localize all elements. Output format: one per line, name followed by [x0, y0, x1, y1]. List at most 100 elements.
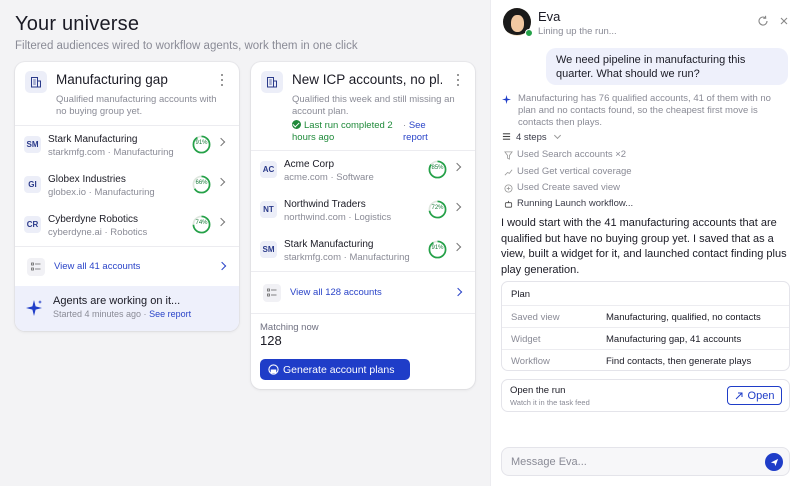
- step-item: Running Launch workflow...: [517, 198, 634, 209]
- assistant-chat-panel: Eva Lining up the run... We need pipelin…: [490, 0, 800, 486]
- generate-account-plans-button[interactable]: Generate account plans: [260, 359, 410, 380]
- list-icon: [263, 284, 281, 302]
- account-row[interactable]: AC Acme Corp acme.com · Software 85%: [251, 151, 475, 191]
- matching-label: Matching now: [260, 322, 319, 333]
- open-button-label: Open: [747, 389, 775, 402]
- plan-value: Find contacts, then generate plays: [606, 356, 752, 367]
- plan-row: Saved view Manufacturing, qualified, no …: [502, 305, 789, 327]
- agents-started-text: Started 4 minutes ago ·: [53, 309, 150, 319]
- open-run-card: Open the run Watch it in the task feed O…: [501, 379, 790, 412]
- score-label: 66%: [195, 180, 208, 186]
- send-button[interactable]: [765, 453, 783, 471]
- view-all-accounts-link[interactable]: View all 128 accounts: [251, 272, 475, 312]
- more-options-icon[interactable]: [453, 73, 463, 87]
- agents-working-banner: Agents are working on it... Started 4 mi…: [15, 286, 239, 331]
- see-report-text: See report: [403, 120, 428, 143]
- plan-value: Manufacturing, qualified, no contacts: [606, 312, 761, 323]
- account-meta: northwind.com · Logistics: [284, 212, 392, 223]
- message-placeholder: Message Eva...: [511, 456, 587, 468]
- refresh-icon[interactable]: [757, 15, 769, 27]
- robot-icon: [268, 364, 279, 375]
- plan-title: Plan: [511, 289, 531, 300]
- building-icon: [25, 71, 47, 93]
- message-input[interactable]: Message Eva...: [501, 447, 790, 476]
- chevron-right-icon: [452, 202, 462, 212]
- account-meta: starkmfg.com · Manufacturing: [48, 147, 174, 158]
- account-name: Stark Manufacturing: [284, 239, 374, 250]
- status-separator: ·: [403, 120, 407, 131]
- score-label: 74%: [195, 220, 208, 226]
- close-icon[interactable]: [778, 15, 790, 27]
- agent-status: Lining up the run...: [538, 26, 617, 37]
- account-name: Stark Manufacturing: [48, 134, 138, 145]
- agent-name: Eva: [538, 9, 561, 24]
- list-icon: [502, 133, 511, 140]
- account-row[interactable]: CR Cyberdyne Robotics cyberdyne.ai · Rob…: [15, 206, 239, 246]
- see-report-link[interactable]: See report: [149, 309, 191, 319]
- view-all-label: View all 128 accounts: [290, 287, 382, 298]
- check-circle-icon: [292, 120, 301, 129]
- score-label: 72%: [431, 205, 444, 211]
- chevron-right-icon: [216, 217, 226, 227]
- more-options-icon[interactable]: [217, 73, 227, 87]
- audience-card-new-icp[interactable]: New ICP accounts, no pl... Qualified thi…: [251, 62, 475, 389]
- arrow-up-right-icon: [735, 392, 743, 399]
- divider: [251, 313, 475, 314]
- account-meta: globex.io · Manufacturing: [48, 187, 155, 198]
- account-badge: SM: [260, 241, 277, 258]
- account-row[interactable]: SM Stark Manufacturing starkmfg.com · Ma…: [251, 231, 475, 271]
- audience-card-manufacturing-gap[interactable]: Manufacturing gap Qualified manufacturin…: [15, 62, 239, 331]
- view-all-accounts-link[interactable]: View all 41 accounts: [15, 246, 239, 286]
- plus-circle-icon: [504, 184, 513, 193]
- account-row[interactable]: NT Northwind Traders northwind.com · Log…: [251, 191, 475, 231]
- chevron-right-icon: [216, 177, 226, 187]
- page-title: Your universe: [15, 13, 140, 35]
- send-icon: [770, 458, 778, 466]
- plan-row: Widget Manufacturing gap, 41 accounts: [502, 327, 789, 349]
- assistant-analysis-note: Manufacturing has 76 qualified accounts,…: [518, 93, 771, 128]
- account-badge: CR: [24, 216, 41, 233]
- account-meta: cyberdyne.ai · Robotics: [48, 227, 148, 238]
- universe-panel: Your universe Filtered audiences wired t…: [0, 0, 490, 486]
- account-badge: GI: [24, 176, 41, 193]
- chevron-right-icon: [453, 287, 463, 297]
- card-title: New ICP accounts, no pl...: [292, 72, 442, 87]
- account-row[interactable]: GI Globex Industries globex.io · Manufac…: [15, 166, 239, 206]
- step-item: Used Search accounts ×2: [517, 149, 627, 160]
- account-meta: starkmfg.com · Manufacturing: [284, 252, 410, 263]
- account-name: Globex Industries: [48, 174, 126, 185]
- account-badge: NT: [260, 201, 277, 218]
- chevron-down-icon: [554, 131, 562, 140]
- generate-label: Generate account plans: [283, 363, 395, 376]
- filter-icon: [504, 151, 513, 160]
- plan-table: Plan Saved view Manufacturing, qualified…: [501, 281, 790, 371]
- score-label: 91%: [195, 140, 208, 146]
- card-title: Manufacturing gap: [56, 72, 168, 87]
- plan-row: Workflow Find contacts, then generate pl…: [502, 349, 789, 370]
- plan-key: Saved view: [511, 312, 560, 323]
- plan-value: Manufacturing gap, 41 accounts: [606, 334, 742, 345]
- chevron-right-icon: [216, 137, 226, 147]
- run-status: Last run completed 2 hours ago: [292, 120, 412, 144]
- account-name: Acme Corp: [284, 159, 335, 170]
- card-description: Qualified manufacturing accounts with no…: [56, 94, 217, 117]
- assistant-reply: I would start with the 41 manufacturing …: [501, 217, 787, 276]
- run-subtitle: Watch it in the task feed: [510, 398, 590, 407]
- see-report-link[interactable]: · See report: [403, 120, 443, 144]
- run-title: Open the run: [510, 385, 566, 396]
- account-row[interactable]: SM Stark Manufacturing starkmfg.com · Ma…: [15, 126, 239, 166]
- sparkle-icon: [26, 300, 42, 316]
- step-item: Used Get vertical coverage: [517, 166, 632, 177]
- chevron-right-icon: [452, 162, 462, 172]
- chart-icon: [504, 169, 513, 176]
- plan-key: Workflow: [511, 356, 550, 367]
- card-header: New ICP accounts, no pl... Qualified thi…: [251, 62, 475, 150]
- plan-key: Widget: [511, 334, 541, 345]
- page-subtitle: Filtered audiences wired to workflow age…: [15, 40, 358, 52]
- online-status-dot: [525, 29, 533, 37]
- list-icon: [27, 258, 45, 276]
- open-run-button[interactable]: Open: [727, 386, 782, 405]
- view-all-label: View all 41 accounts: [54, 261, 141, 272]
- account-meta: acme.com · Software: [284, 172, 374, 183]
- steps-toggle[interactable]: 4 steps: [502, 131, 562, 143]
